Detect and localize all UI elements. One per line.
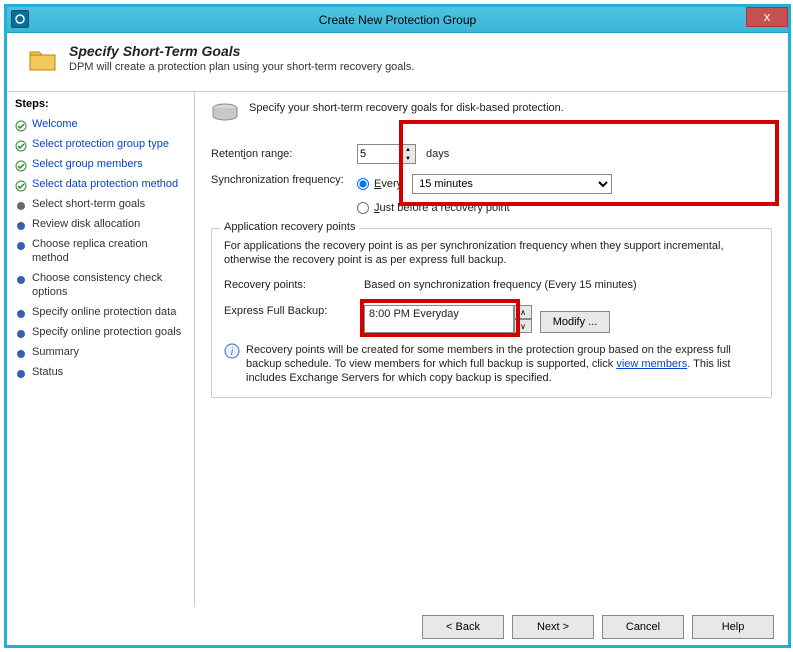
view-members-link[interactable]: view members <box>616 358 687 370</box>
sync-justbefore-label: Just before a recovery point <box>374 202 510 214</box>
step-label: Welcome <box>32 117 78 131</box>
spinner-down-icon[interactable]: ▼ <box>401 154 415 163</box>
retention-input[interactable] <box>357 144 401 164</box>
check-icon <box>15 179 27 191</box>
step-label: Select short-term goals <box>32 197 145 211</box>
disk-icon <box>211 102 239 122</box>
step-item: Summary <box>15 342 186 362</box>
step-label: Summary <box>32 345 79 359</box>
step-label: Status <box>32 365 63 379</box>
steps-heading: Steps: <box>15 98 186 110</box>
bullet-icon <box>15 347 27 359</box>
help-button[interactable]: Help <box>692 615 774 639</box>
recovery-points-value: Based on synchronization frequency (Ever… <box>364 279 637 291</box>
sync-every-radio[interactable] <box>357 178 369 190</box>
bullet-icon <box>15 327 27 339</box>
check-icon <box>15 119 27 131</box>
sync-justbefore-radio[interactable] <box>357 202 369 214</box>
next-button[interactable]: Next > <box>512 615 594 639</box>
step-label: Specify online protection goals <box>32 325 181 339</box>
retention-spinner[interactable]: ▲ ▼ <box>401 144 416 164</box>
app-recovery-group: Application recovery points For applicat… <box>211 228 772 398</box>
sync-freq-label: Synchronization frequency: <box>211 174 351 186</box>
step-item: Choose consistency check options <box>15 268 186 302</box>
efb-down-button[interactable]: ∨ <box>514 319 532 333</box>
check-icon <box>15 159 27 171</box>
info-text: Recovery points will be created for some… <box>246 343 759 385</box>
wizard-content: Specify your short-term recovery goals f… <box>195 91 788 607</box>
bullet-icon <box>15 367 27 379</box>
app-icon <box>11 10 29 28</box>
folder-icon <box>27 43 59 75</box>
step-label: Select data protection method <box>32 177 178 191</box>
step-item: Status <box>15 362 186 382</box>
sync-interval-combo[interactable]: 15 minutes <box>412 174 612 194</box>
step-label: Select protection group type <box>32 137 169 151</box>
step-label: Select group members <box>32 157 143 171</box>
bullet-icon <box>15 307 27 319</box>
step-item: Review disk allocation <box>15 214 186 234</box>
info-icon: i <box>224 343 240 359</box>
retention-label: Retention range: <box>211 148 351 160</box>
step-label: Choose consistency check options <box>32 271 186 299</box>
bullet-icon <box>15 239 27 251</box>
modify-button[interactable]: Modify ... <box>540 311 610 333</box>
cancel-button[interactable]: Cancel <box>602 615 684 639</box>
group-desc: For applications the recovery point is a… <box>224 239 759 267</box>
wizard-header: Specify Short-Term Goals DPM will create… <box>7 33 788 83</box>
group-legend: Application recovery points <box>220 221 359 233</box>
window-title: Create New Protection Group <box>7 7 788 33</box>
step-item: Specify online protection goals <box>15 322 186 342</box>
step-item: Select short-term goals <box>15 194 186 214</box>
page-subtitle: DPM will create a protection plan using … <box>69 61 414 73</box>
retention-unit: days <box>426 148 449 160</box>
back-button[interactable]: < Back <box>422 615 504 639</box>
check-icon <box>15 139 27 151</box>
close-button[interactable]: x <box>746 7 788 27</box>
bullet-icon <box>15 199 27 211</box>
step-label: Review disk allocation <box>32 217 140 231</box>
efb-schedule-list[interactable]: 8:00 PM Everyday <box>364 305 514 333</box>
steps-sidebar: Steps: Welcome Select protection group ty… <box>7 91 195 607</box>
wizard-window: Create New Protection Group x Specify Sh… <box>4 4 791 648</box>
page-title: Specify Short-Term Goals <box>69 43 414 59</box>
step-item[interactable]: Select data protection method <box>15 174 186 194</box>
spinner-up-icon[interactable]: ▲ <box>401 145 415 154</box>
step-item[interactable]: Select protection group type <box>15 134 186 154</box>
step-item: Specify online protection data <box>15 302 186 322</box>
bullet-icon <box>15 273 27 285</box>
recovery-points-label: Recovery points: <box>224 279 364 291</box>
step-item: Choose replica creation method <box>15 234 186 268</box>
wizard-footer: < Back Next > Cancel Help <box>422 615 774 639</box>
step-item[interactable]: Select group members <box>15 154 186 174</box>
step-label: Specify online protection data <box>32 305 176 319</box>
efb-up-button[interactable]: ∧ <box>514 305 532 319</box>
sync-every-label: Every <box>374 178 402 190</box>
step-item[interactable]: Welcome <box>15 114 186 134</box>
intro-text: Specify your short-term recovery goals f… <box>249 102 564 114</box>
step-label: Choose replica creation method <box>32 237 186 265</box>
efb-label: Express Full Backup: <box>224 305 364 317</box>
title-bar: Create New Protection Group x <box>7 7 788 33</box>
bullet-icon <box>15 219 27 231</box>
